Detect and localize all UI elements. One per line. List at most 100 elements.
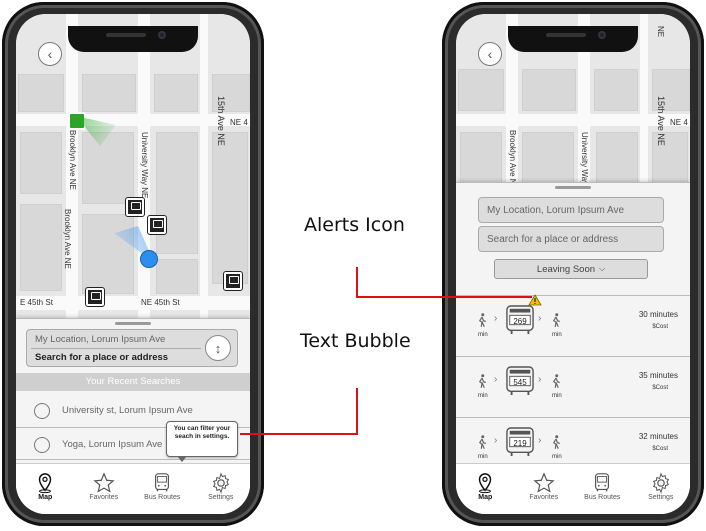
bus-route-number: 545 [513, 378, 527, 387]
bus-route-number: 219 [513, 439, 527, 448]
tab-label: Favorites [89, 494, 119, 501]
clock-icon [34, 437, 50, 453]
gear-icon [212, 472, 229, 494]
back-button[interactable]: ‹ [478, 42, 502, 66]
tab-map[interactable]: Map [16, 464, 75, 514]
bubble-connector-line [356, 388, 358, 434]
right-phone-mockup: Brooklyn Ave NE University Way NE 15th A… [442, 2, 704, 526]
tab-label: Settings [208, 494, 234, 501]
chevron-left-icon: ‹ [487, 46, 493, 62]
recent-searches-header: Your Recent Searches [16, 373, 250, 391]
walk-icon [552, 435, 560, 449]
tooltip-text: You can filter your seach in settings. [173, 425, 231, 440]
route-option[interactable]: min › 545 › min 35 minutes $Cost [456, 356, 690, 417]
chevron-down-icon: ⌵ [599, 264, 606, 273]
alerts-connector-line [356, 267, 358, 298]
sheet-handle[interactable] [115, 322, 151, 325]
chevron-left-icon: ‹ [47, 46, 53, 62]
map-pin-icon [479, 473, 492, 494]
annotation-alerts-icon: Alerts Icon [304, 214, 405, 236]
swap-locations-button[interactable]: ↕ [205, 335, 231, 361]
route-duration: 35 minutes [638, 371, 678, 380]
bottom-tab-bar: Map Favorites Bus Routes Settings [456, 463, 690, 514]
street-label-ne: NE [656, 26, 665, 38]
tab-settings[interactable]: Settings [192, 464, 251, 514]
bottom-tab-bar: Map Favorites Bus Routes Settings [16, 463, 250, 514]
sheet-handle[interactable] [555, 186, 591, 189]
street-label-ne4: NE 4 [230, 118, 248, 127]
tab-label: Bus Routes [584, 494, 621, 501]
map-pin-icon [39, 473, 52, 494]
walk-min-label: min [478, 393, 488, 399]
bus-stop-icon[interactable] [85, 287, 105, 307]
recent-search-label: University st, Lorum Ipsum Ave [62, 405, 193, 416]
bubble-connector-line [240, 433, 358, 435]
walk-min-label: min [552, 454, 562, 460]
swap-icon: ↕ [214, 340, 222, 356]
street-label-ne4: NE 4 [670, 118, 688, 127]
gear-icon [652, 472, 669, 494]
tab-bus-routes[interactable]: Bus Routes [133, 464, 192, 514]
tab-label: Map [478, 494, 493, 501]
bus-stop-icon[interactable] [147, 215, 167, 235]
alerts-connector-line [356, 296, 532, 298]
walk-icon [478, 313, 486, 327]
route-cost: $Cost [652, 324, 668, 330]
chevron-right-icon: › [494, 313, 498, 324]
route-duration: 32 minutes [638, 432, 678, 441]
right-screen: Brooklyn Ave NE University Way NE 15th A… [456, 14, 690, 514]
street-label-45th-left: E 45th St [20, 298, 53, 307]
tab-favorites[interactable]: Favorites [75, 464, 134, 514]
destination-marker[interactable] [68, 112, 116, 146]
route-cost: $Cost [652, 446, 668, 452]
back-button[interactable]: ‹ [38, 42, 62, 66]
bus-stop-icon[interactable] [223, 271, 243, 291]
street-label-15th: 15th Ave NE [656, 96, 666, 146]
tab-label: Map [38, 494, 53, 501]
recent-search-label: Yoga, Lorum Ipsum Ave [62, 439, 163, 450]
route-option[interactable]: min › 269 › min 30 minutes $Cost [456, 294, 690, 356]
leaving-soon-dropdown[interactable]: Leaving Soon ⌵ [494, 259, 648, 279]
left-screen: Brooklyn Ave NE Brooklyn Ave NE Universi… [16, 14, 250, 514]
current-location-field[interactable]: My Location, Lorum Ipsum Ave [35, 334, 165, 345]
route-inputs: My Location, Lorum Ipsum Ave Search for … [26, 329, 238, 367]
tab-map[interactable]: Map [456, 464, 515, 514]
walk-icon [552, 374, 560, 388]
street-label-university: University Way NE [140, 132, 149, 199]
left-phone-mockup: Brooklyn Ave NE Brooklyn Ave NE Universi… [2, 2, 264, 526]
walk-min-label: min [478, 454, 488, 460]
notch [508, 26, 638, 52]
current-location-field[interactable]: My Location, Lorum Ipsum Ave [478, 197, 664, 223]
clock-icon [34, 403, 50, 419]
tab-bus-routes[interactable]: Bus Routes [573, 464, 632, 514]
tab-label: Settings [648, 494, 674, 501]
bus-icon [595, 473, 610, 492]
street-label-brooklyn: Brooklyn Ave NE [68, 130, 77, 190]
street-label-45th-right: NE 45th St [141, 298, 180, 307]
tab-label: Favorites [529, 494, 559, 501]
street-label-brooklyn: Brooklyn Ave NE [508, 130, 517, 190]
walk-min-label: min [552, 393, 562, 399]
destination-search-input[interactable]: Search for a place or address [35, 352, 168, 363]
bus-stop-icon[interactable] [125, 197, 145, 217]
walk-icon [478, 374, 486, 388]
chevron-right-icon: › [538, 313, 542, 324]
tooltip-bubble[interactable]: You can filter your seach in settings. [166, 421, 238, 462]
dropdown-label: Leaving Soon [536, 263, 596, 275]
destination-search-input[interactable]: Search for a place or address [478, 226, 664, 252]
notch [68, 26, 198, 52]
tab-settings[interactable]: Settings [632, 464, 691, 514]
star-icon [93, 472, 115, 493]
walk-icon [552, 313, 560, 327]
route-duration: 30 minutes [638, 310, 678, 319]
chevron-right-icon: › [538, 435, 542, 446]
annotation-text-bubble: Text Bubble [300, 330, 411, 352]
street-label-brooklyn-lower: Brooklyn Ave NE [63, 209, 72, 269]
walk-icon [478, 435, 486, 449]
tab-favorites[interactable]: Favorites [515, 464, 574, 514]
chevron-right-icon: › [494, 374, 498, 385]
star-icon [533, 472, 555, 493]
chevron-right-icon: › [538, 374, 542, 385]
street-label-15th: 15th Ave NE [216, 96, 226, 146]
walk-min-label: min [478, 332, 488, 338]
